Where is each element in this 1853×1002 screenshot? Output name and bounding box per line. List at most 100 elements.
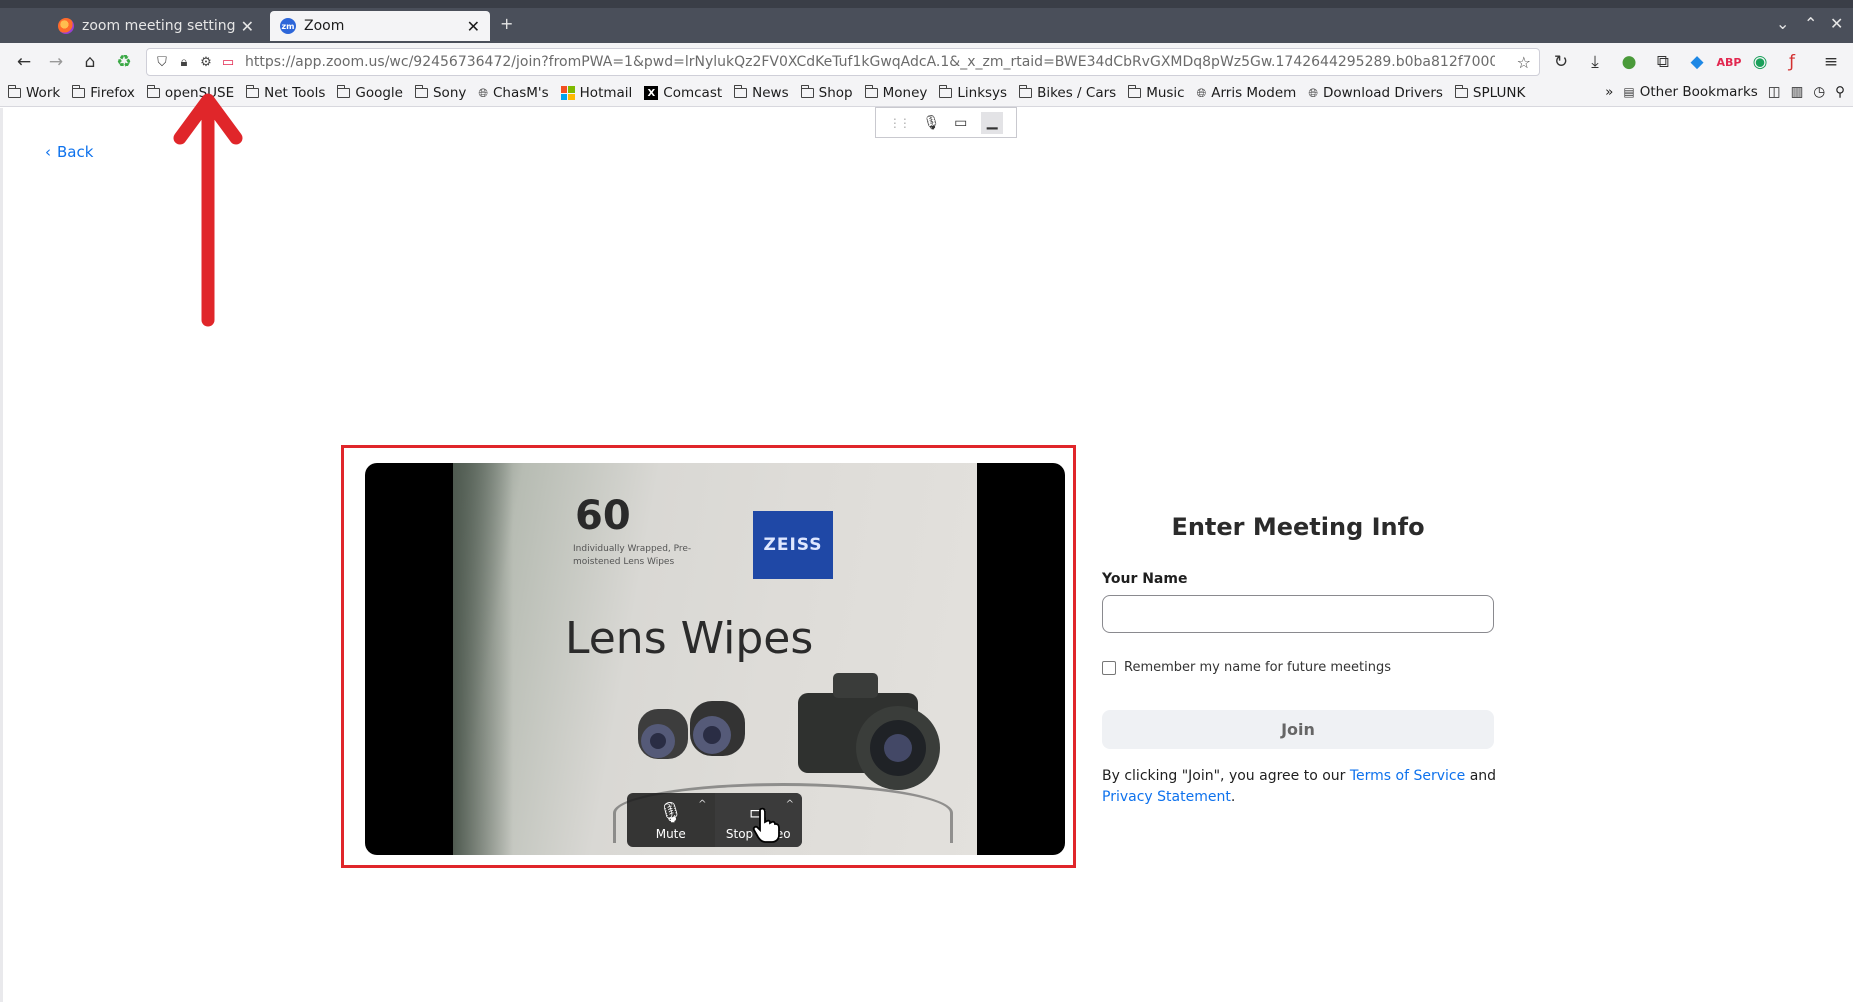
folder-icon bbox=[246, 85, 260, 98]
bookmark-money[interactable]: Money bbox=[864, 85, 927, 101]
terms-of-service-link[interactable]: Terms of Service bbox=[1350, 768, 1465, 784]
globe-icon: 🌐︎ bbox=[1196, 85, 1207, 100]
bookmark-shop[interactable]: Shop bbox=[800, 85, 853, 101]
adblock-icon[interactable]: ABP bbox=[1717, 50, 1742, 74]
close-tab-icon[interactable]: ✕ bbox=[467, 17, 480, 36]
preview-highlight-box: 60 Individually Wrapped, Pre-moistened L… bbox=[341, 445, 1076, 868]
back-link[interactable]: ‹ Back bbox=[45, 143, 93, 161]
extension-icon[interactable]: ● bbox=[1617, 50, 1641, 74]
bookmark-net-tools[interactable]: Net Tools bbox=[246, 85, 325, 101]
back-arrow-icon[interactable]: ← bbox=[12, 50, 36, 74]
globe-icon: 🌐︎ bbox=[478, 85, 488, 100]
home-icon[interactable]: ⌂ bbox=[78, 50, 102, 74]
menu-icon[interactable]: ≡ bbox=[1819, 50, 1843, 74]
globe-icon: 🌐︎ bbox=[1308, 85, 1318, 100]
pin-icon[interactable]: ⚲ bbox=[1835, 84, 1845, 100]
zeiss-logo: ZEISS bbox=[753, 511, 833, 579]
red-arrow-annotation bbox=[173, 93, 243, 327]
bookmarks-icon: ▤ bbox=[1623, 85, 1635, 99]
bookmark-sony[interactable]: Sony bbox=[414, 85, 466, 101]
nav-bar: ← → ⌂ ♻ ⛉ 🔒︎ ⚙ ▭ https://app.zoom.us/wc/… bbox=[0, 43, 1853, 80]
bookmark-firefox[interactable]: Firefox bbox=[72, 85, 135, 101]
remember-name-label: Remember my name for future meetings bbox=[1124, 660, 1391, 675]
bookmark-download-drivers[interactable]: 🌐︎ Download Drivers bbox=[1308, 85, 1443, 101]
new-tab-icon[interactable]: + bbox=[500, 14, 513, 33]
forward-arrow-icon[interactable]: → bbox=[44, 50, 68, 74]
camera-image bbox=[798, 673, 940, 790]
mute-button[interactable]: 🎙︎ Mute ^ bbox=[627, 793, 715, 847]
sidebar-icon[interactable]: ◫ bbox=[1768, 84, 1781, 100]
audio-options-caret-icon[interactable]: ^ bbox=[698, 799, 706, 810]
flash-icon[interactable]: ƒ bbox=[1780, 50, 1804, 74]
tab-zoom-settings[interactable]: zoom meeting settings | F ✕ bbox=[48, 11, 264, 41]
x-icon: X bbox=[644, 86, 659, 100]
tab-zoom[interactable]: zm Zoom ✕ bbox=[270, 11, 490, 41]
page-left-edge bbox=[0, 108, 3, 1002]
bookmark-chasms[interactable]: 🌐︎ ChasM's bbox=[478, 85, 548, 101]
url-text[interactable]: https://app.zoom.us/wc/92456736472/join?… bbox=[245, 54, 1495, 70]
privacy-statement-link[interactable]: Privacy Statement bbox=[1102, 789, 1231, 805]
chevron-left-icon: ‹ bbox=[45, 143, 51, 161]
bookmark-arris-modem[interactable]: 🌐︎ Arris Modem bbox=[1197, 85, 1297, 101]
firefox-icon bbox=[58, 18, 74, 34]
folder-icon bbox=[800, 85, 814, 98]
bookmark-google[interactable]: Google bbox=[337, 85, 403, 101]
bookmarks-bar: Work Firefox openSUSE Net Tools Google S… bbox=[0, 80, 1853, 107]
folder-icon bbox=[146, 85, 160, 98]
folder-icon bbox=[1454, 85, 1468, 98]
microphone-icon[interactable]: 🎙︎ bbox=[923, 115, 941, 131]
tab-title: Zoom bbox=[304, 18, 345, 34]
recycle-icon[interactable]: ♻ bbox=[112, 50, 136, 74]
title-bar bbox=[0, 0, 1853, 8]
bookmark-hotmail[interactable]: Hotmail bbox=[560, 85, 632, 101]
url-bar[interactable]: ⛉ 🔒︎ ⚙ ▭ https://app.zoom.us/wc/92456736… bbox=[146, 48, 1540, 76]
shield-icon[interactable]: ⛉ bbox=[155, 55, 169, 70]
close-window-icon[interactable]: ✕ bbox=[1830, 14, 1843, 33]
permissions-icon[interactable]: ⚙ bbox=[199, 55, 213, 70]
history-icon[interactable]: ◷ bbox=[1813, 84, 1825, 100]
your-name-input[interactable] bbox=[1102, 595, 1494, 633]
library-icon[interactable]: ▥ bbox=[1791, 84, 1804, 100]
folder-icon bbox=[864, 85, 878, 98]
bookmark-comcast[interactable]: X Comcast bbox=[644, 85, 722, 101]
join-button[interactable]: Join bbox=[1102, 710, 1494, 749]
other-bookmarks[interactable]: ▤ Other Bookmarks bbox=[1623, 84, 1757, 100]
bookmark-linksys[interactable]: Linksys bbox=[939, 85, 1007, 101]
bookmark-splunk[interactable]: SPLUNK bbox=[1454, 85, 1525, 101]
extension-badge-icon[interactable]: ◆ bbox=[1685, 50, 1709, 74]
video-options-caret-icon[interactable]: ^ bbox=[786, 799, 794, 810]
minimize-icon[interactable]: ▁ bbox=[981, 111, 1004, 134]
close-tab-icon[interactable]: ✕ bbox=[241, 17, 254, 36]
folder-icon bbox=[8, 85, 21, 98]
bookmark-work[interactable]: Work bbox=[8, 85, 60, 101]
extension-green-icon[interactable]: ◉ bbox=[1748, 50, 1772, 74]
download-icon[interactable]: ⤓ bbox=[1583, 50, 1607, 74]
tab-strip: zoom meeting settings | F ✕ zm Zoom ✕ + … bbox=[0, 0, 1853, 43]
chevron-more-icon[interactable]: » bbox=[1605, 84, 1613, 100]
remember-name-checkbox[interactable] bbox=[1102, 660, 1116, 675]
remember-name-row[interactable]: Remember my name for future meetings bbox=[1102, 660, 1391, 675]
camera-sharing-icon[interactable]: ▭ bbox=[221, 55, 235, 70]
folder-icon bbox=[1128, 85, 1142, 98]
terms-text: By clicking "Join", you agree to our Ter… bbox=[1102, 768, 1497, 805]
floating-media-toolbar[interactable]: ⋮⋮ 🎙︎ ▭ ▁ bbox=[875, 107, 1017, 138]
tab-title: zoom meeting settings | F bbox=[82, 18, 235, 34]
folder-icon bbox=[1019, 85, 1033, 98]
box-count-text: 60 bbox=[575, 493, 631, 539]
bookmarks-right: » ▤ Other Bookmarks ◫ ▥ ◷ ⚲ bbox=[1605, 84, 1845, 100]
tab-list-icon[interactable]: ⌄ bbox=[1776, 14, 1789, 33]
folder-icon bbox=[734, 85, 748, 98]
extensions-icon[interactable]: ⧉ bbox=[1651, 50, 1675, 74]
bookmark-music[interactable]: Music bbox=[1128, 85, 1185, 101]
folder-icon bbox=[337, 85, 351, 98]
your-name-label: Your Name bbox=[1102, 571, 1188, 587]
bookmark-star-icon[interactable]: ☆ bbox=[1517, 53, 1531, 72]
bookmark-bikes-cars[interactable]: Bikes / Cars bbox=[1019, 85, 1116, 101]
lock-icon[interactable]: 🔒︎ bbox=[177, 55, 191, 70]
microsoft-icon bbox=[560, 86, 575, 100]
drag-handle-icon[interactable]: ⋮⋮ bbox=[889, 116, 911, 130]
maximize-icon[interactable]: ⌃ bbox=[1804, 14, 1817, 33]
camera-icon[interactable]: ▭ bbox=[954, 115, 967, 131]
reload-icon[interactable]: ↻ bbox=[1549, 50, 1573, 74]
bookmark-news[interactable]: News bbox=[734, 85, 789, 101]
